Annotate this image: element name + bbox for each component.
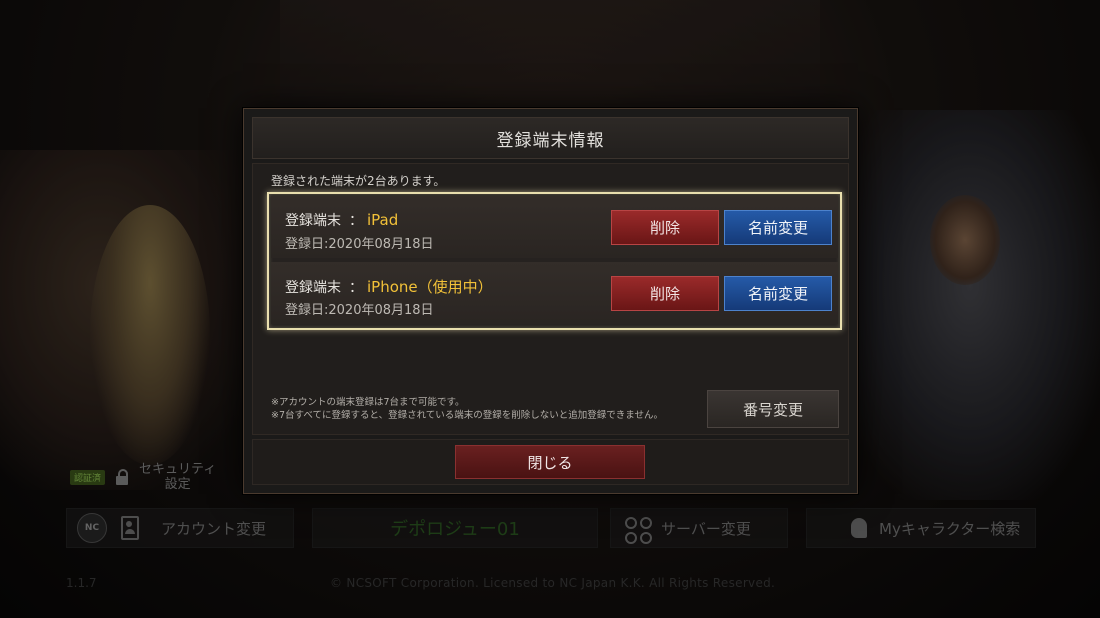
device-row[interactable]: 登録端末 ： iPhone（使用中） 登録日:2020年08月18日 削除 名前変更: [271, 262, 838, 324]
registered-devices-dialog: 登録端末情報 登録された端末が2台あります。 登録端末： iPad 登録日:202…: [243, 108, 858, 494]
device-label: 登録端末: [285, 280, 341, 296]
delete-device-button[interactable]: 削除: [611, 210, 719, 245]
device-row[interactable]: 登録端末 ： iPad 登録日:2020年08月18日 削除 名前変更: [271, 196, 838, 258]
number-change-button[interactable]: 番号変更: [707, 390, 839, 428]
dialog-title: 登録端末情報: [496, 130, 605, 151]
dialog-footer: 閉じる: [252, 439, 849, 485]
device-registered-date: 登録日:2020年08月18日: [285, 303, 434, 318]
registration-notes: ※アカウントの端末登録は7台まで可能です。 ※7台すべてに登録すると、登録されて…: [271, 396, 663, 422]
dialog-header: 登録端末情報: [252, 117, 849, 159]
device-name: 登録端末 ： iPad: [285, 210, 398, 230]
close-button[interactable]: 閉じる: [455, 445, 645, 479]
device-colon: ：: [349, 280, 363, 296]
dialog-body: 登録された端末が2台あります。 登録端末： iPad 登録日:2020年08月18…: [252, 163, 849, 435]
rename-device-button[interactable]: 名前変更: [724, 210, 832, 245]
device-name: 登録端末 ： iPhone（使用中）: [285, 276, 493, 297]
note-line: ※7台すべてに登録すると、登録されている端末の登録を削除しないと追加登録できませ…: [271, 410, 664, 421]
note-line: ※アカウントの端末登録は7台まで可能です。: [271, 397, 465, 408]
device-label: 登録端末: [285, 213, 341, 229]
delete-device-button[interactable]: 削除: [611, 276, 719, 311]
device-registered-date: 登録日:2020年08月18日: [285, 237, 434, 252]
device-model: iPhone（使用中）: [367, 278, 493, 296]
device-colon: ：: [349, 213, 363, 229]
device-list: 登録端末： iPad 登録日:2020年08月18日 削除 名前変更 登録端末： i…: [267, 192, 842, 330]
rename-device-button[interactable]: 名前変更: [724, 276, 832, 311]
device-model: iPad: [367, 211, 399, 229]
device-count-text: 登録された端末が2台あります。: [271, 174, 446, 188]
